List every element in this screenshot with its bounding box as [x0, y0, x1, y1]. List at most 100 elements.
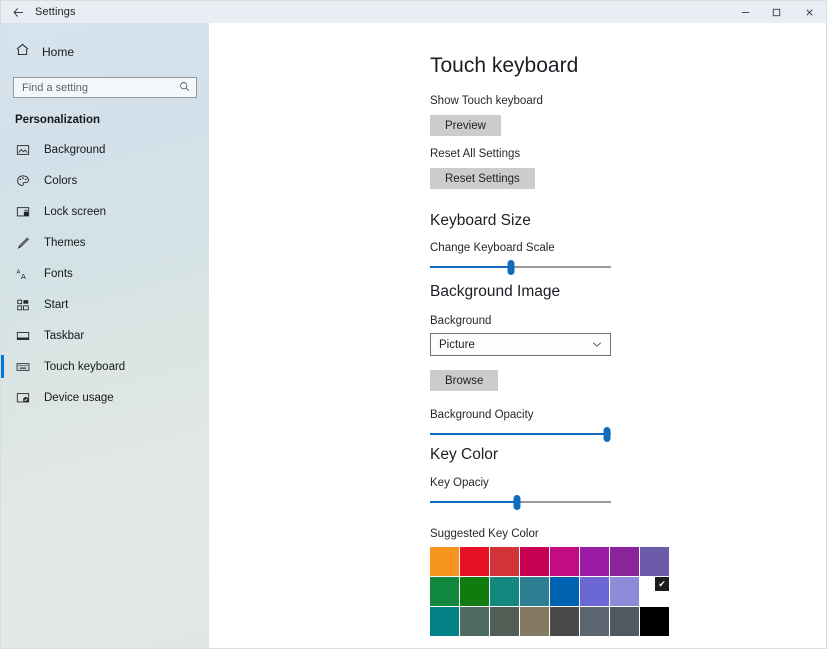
key-color-swatch[interactable]: [580, 577, 609, 606]
slider-thumb[interactable]: [604, 427, 611, 442]
swatch-selected-check-icon: ✔: [655, 577, 669, 591]
sidebar-item-themes[interactable]: Themes: [1, 227, 209, 258]
key-color-swatch[interactable]: [460, 607, 489, 636]
sidebar-item-label: Device usage: [44, 392, 114, 404]
key-color-swatch[interactable]: ✔: [640, 577, 669, 606]
sidebar-item-label: Touch keyboard: [44, 361, 125, 373]
keyboard-size-heading: Keyboard Size: [430, 212, 611, 230]
key-color-swatch[interactable]: [520, 577, 549, 606]
background-image-section: Background Image Background Picture Brow…: [430, 283, 611, 441]
preview-button[interactable]: Preview: [430, 115, 501, 136]
lock-screen-icon: [15, 204, 31, 220]
background-select-label: Background: [430, 315, 611, 327]
title-bar: Settings: [1, 1, 826, 23]
key-color-swatch[interactable]: [490, 577, 519, 606]
slider-fill: [430, 266, 511, 268]
sidebar-item-fonts[interactable]: A A Fonts: [1, 258, 209, 289]
fonts-icon: A A: [15, 266, 31, 282]
key-color-swatch[interactable]: [520, 607, 549, 636]
minimize-button[interactable]: [730, 1, 761, 23]
change-keyboard-scale-label: Change Keyboard Scale: [430, 242, 611, 254]
settings-window: Settings Home: [0, 0, 827, 649]
sidebar-item-taskbar[interactable]: Taskbar: [1, 320, 209, 351]
device-usage-icon: [15, 390, 31, 406]
key-color-swatch[interactable]: [430, 547, 459, 576]
close-button[interactable]: [792, 1, 826, 23]
sidebar-item-label: Fonts: [44, 268, 73, 280]
key-color-swatch[interactable]: [460, 577, 489, 606]
sidebar: Home Personalization: [1, 23, 209, 648]
taskbar-icon: [15, 328, 31, 344]
page-title: Touch keyboard: [430, 54, 578, 78]
background-select-value: Picture: [439, 339, 475, 351]
key-color-swatch[interactable]: [550, 577, 579, 606]
slider-thumb[interactable]: [513, 495, 520, 510]
key-opacity-label: Key Opaciy: [430, 477, 669, 489]
sidebar-item-lock-screen[interactable]: Lock screen: [1, 196, 209, 227]
sidebar-item-colors[interactable]: Colors: [1, 165, 209, 196]
search-container: [1, 67, 209, 98]
background-select[interactable]: Picture: [430, 333, 611, 356]
key-color-swatch[interactable]: [490, 547, 519, 576]
show-touch-keyboard-group: Show Touch keyboard Preview: [430, 95, 543, 136]
key-color-heading: Key Color: [430, 446, 669, 464]
key-color-swatch[interactable]: [640, 607, 669, 636]
slider-thumb[interactable]: [508, 260, 515, 275]
back-arrow-icon[interactable]: [1, 1, 35, 23]
search-box[interactable]: [13, 77, 197, 98]
key-color-swatch[interactable]: [580, 607, 609, 636]
sidebar-item-label: Colors: [44, 175, 77, 187]
key-color-swatch[interactable]: [610, 547, 639, 576]
key-color-swatch[interactable]: [610, 577, 639, 606]
key-color-swatch[interactable]: [430, 577, 459, 606]
sidebar-item-label: Lock screen: [44, 206, 106, 218]
change-keyboard-scale-slider[interactable]: [430, 260, 611, 274]
key-color-swatch[interactable]: [430, 607, 459, 636]
key-color-swatch[interactable]: [520, 547, 549, 576]
svg-text:A: A: [16, 269, 20, 275]
key-color-swatch[interactable]: [580, 547, 609, 576]
suggested-key-color-grid: ✔: [430, 547, 669, 636]
picture-icon: [15, 142, 31, 158]
show-touch-keyboard-label: Show Touch keyboard: [430, 95, 543, 107]
start-tiles-icon: [15, 297, 31, 313]
sidebar-item-label: Themes: [44, 237, 86, 249]
reset-settings-button[interactable]: Reset Settings: [430, 168, 535, 189]
background-image-heading: Background Image: [430, 283, 611, 301]
chevron-down-icon: [592, 340, 602, 350]
sidebar-item-touch-keyboard[interactable]: Touch keyboard: [1, 351, 209, 382]
vertical-scrollbar[interactable]: [819, 23, 826, 648]
suggested-key-color-label: Suggested Key Color: [430, 528, 669, 540]
slider-fill: [430, 501, 517, 503]
key-color-swatch[interactable]: [460, 547, 489, 576]
sidebar-item-label: Background: [44, 144, 105, 156]
sidebar-item-device-usage[interactable]: Device usage: [1, 382, 209, 413]
search-input[interactable]: [22, 82, 179, 94]
sidebar-item-label: Taskbar: [44, 330, 84, 342]
key-opacity-slider[interactable]: [430, 495, 611, 509]
window-body: Home Personalization: [1, 23, 826, 648]
key-color-swatch[interactable]: [490, 607, 519, 636]
key-color-swatch[interactable]: [640, 547, 669, 576]
browse-button[interactable]: Browse: [430, 370, 498, 391]
sidebar-item-start[interactable]: Start: [1, 289, 209, 320]
key-color-swatch[interactable]: [610, 607, 639, 636]
reset-all-settings-group: Reset All Settings Reset Settings: [430, 148, 535, 189]
background-opacity-slider[interactable]: [430, 427, 611, 441]
sidebar-item-background[interactable]: Background: [1, 134, 209, 165]
key-color-swatch[interactable]: [550, 547, 579, 576]
brush-icon: [15, 235, 31, 251]
slider-fill: [430, 433, 607, 435]
maximize-button[interactable]: [761, 1, 792, 23]
home-icon: [15, 42, 30, 62]
reset-all-settings-label: Reset All Settings: [430, 148, 535, 160]
sidebar-item-home[interactable]: Home: [1, 37, 209, 67]
sidebar-home-label: Home: [42, 45, 74, 59]
palette-icon: [15, 173, 31, 189]
sidebar-section-title: Personalization: [1, 98, 209, 132]
key-color-swatch[interactable]: [550, 607, 579, 636]
search-icon: [179, 81, 190, 95]
background-opacity-label: Background Opacity: [430, 409, 611, 421]
sidebar-item-label: Start: [44, 299, 68, 311]
key-color-section: Key Color Key Opaciy Suggested Key Color…: [430, 446, 669, 648]
